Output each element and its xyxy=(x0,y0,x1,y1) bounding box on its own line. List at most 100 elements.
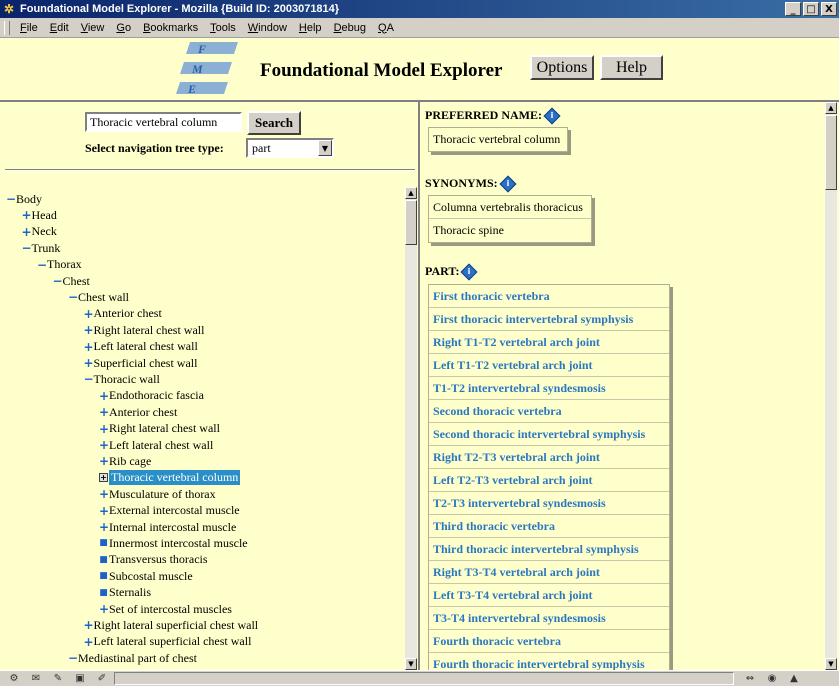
search-button[interactable]: Search xyxy=(247,111,301,135)
maximize-button[interactable]: □ xyxy=(803,2,819,16)
expand-icon[interactable]: + xyxy=(84,341,94,353)
tree-node[interactable]: + Right lateral chest wall xyxy=(84,322,205,338)
tree-node-label[interactable]: Anterior chest xyxy=(94,306,162,321)
expand-icon[interactable]: + xyxy=(99,473,108,483)
menu-window[interactable]: Window xyxy=(242,22,293,34)
tree-node[interactable]: + Rib cage xyxy=(99,453,151,469)
chevron-down-icon[interactable]: ▼ xyxy=(318,140,332,156)
scroll-down-icon[interactable]: ▼ xyxy=(825,658,837,670)
scroll-thumb[interactable] xyxy=(825,115,837,190)
tree-node-label[interactable]: External intercostal muscle xyxy=(109,503,240,518)
composer-icon[interactable]: ✎ xyxy=(50,673,66,685)
tree-node-label[interactable]: Left lateral superficial chest wall xyxy=(94,634,252,649)
menu-help[interactable]: Help xyxy=(293,22,328,34)
tree-node[interactable]: − Thoracic wall xyxy=(84,371,160,387)
tree-node-label[interactable]: Innermost intercostal muscle xyxy=(109,536,248,551)
tree-node[interactable]: + Head xyxy=(22,207,57,223)
scroll-thumb[interactable] xyxy=(405,200,417,245)
expand-icon[interactable]: + xyxy=(84,308,94,320)
tree-node[interactable]: + Left lateral chest wall xyxy=(99,437,213,453)
tree-node[interactable]: + Thoracic vertebral column xyxy=(99,470,241,486)
tree-node-label[interactable]: Rib cage xyxy=(109,454,151,469)
tree-node-label[interactable]: Anterior chest xyxy=(109,405,177,420)
menu-go[interactable]: Go xyxy=(110,22,137,34)
tree-node[interactable]: − Mediastinal part of chest xyxy=(68,650,197,666)
expand-icon[interactable]: + xyxy=(99,505,109,517)
tree-node-label[interactable]: Endothoracic fascia xyxy=(109,388,204,403)
collapse-icon[interactable]: − xyxy=(37,259,47,271)
tree-node-label[interactable]: Musculature of thorax xyxy=(109,487,216,502)
expand-icon[interactable]: + xyxy=(84,357,94,369)
tree-node[interactable]: ■ Innermost intercostal muscle xyxy=(99,535,248,551)
scroll-up-icon[interactable]: ▲ xyxy=(825,102,837,114)
expand-icon[interactable]: + xyxy=(99,603,109,615)
tree-node[interactable]: + Right lateral superficial chest wall xyxy=(84,617,259,633)
tree-node-label[interactable]: Thoracic vertebral column xyxy=(109,470,241,486)
menu-edit[interactable]: Edit xyxy=(44,22,75,34)
tree-node-label[interactable]: Mediastinal part of chest xyxy=(78,651,197,666)
tree-node[interactable]: + Anterior chest xyxy=(99,404,177,420)
menu-view[interactable]: View xyxy=(75,22,111,34)
menu-tools[interactable]: Tools xyxy=(204,22,242,34)
collapse-icon[interactable]: − xyxy=(22,242,32,254)
tree-node[interactable]: + Set of intercostal muscles xyxy=(99,601,232,617)
tree-node-label[interactable]: Thorax xyxy=(47,257,82,272)
expand-icon[interactable]: + xyxy=(99,455,109,467)
mail-icon[interactable]: ✉ xyxy=(28,673,44,685)
part-link[interactable]: Third thoracic vertebra xyxy=(429,515,669,538)
part-link[interactable]: Second thoracic vertebra xyxy=(429,400,669,423)
tree-node-label[interactable]: Chest wall xyxy=(78,290,129,305)
expand-icon[interactable]: + xyxy=(22,226,32,238)
options-button[interactable]: Options xyxy=(530,55,594,80)
part-link[interactable]: Right T1-T2 vertebral arch joint xyxy=(429,331,669,354)
expand-icon[interactable]: + xyxy=(84,636,94,648)
tree-node[interactable]: − Chest wall xyxy=(68,289,129,305)
info-icon[interactable]: i xyxy=(543,107,561,124)
expand-icon[interactable]: + xyxy=(22,209,32,221)
tree-node[interactable]: + External intercostal muscle xyxy=(99,503,240,519)
tree-node[interactable]: + Endothoracic fascia xyxy=(99,388,204,404)
close-button[interactable]: X xyxy=(821,2,837,16)
part-link[interactable]: First thoracic intervertebral symphysis xyxy=(429,308,669,331)
collapse-icon[interactable]: − xyxy=(84,373,94,385)
tree-node-label[interactable]: Head xyxy=(32,208,57,223)
tree-node[interactable]: + Left lateral superficial chest wall xyxy=(84,634,252,650)
tree-node[interactable]: − Chest xyxy=(53,273,90,289)
tree-node-label[interactable]: Left lateral chest wall xyxy=(109,438,213,453)
nav-type-select[interactable]: part ▼ xyxy=(246,138,334,158)
tree-node-label[interactable]: Right lateral chest wall xyxy=(109,421,220,436)
tree-node-label[interactable]: Internal intercostal muscle xyxy=(109,520,236,535)
menu-bookmarks[interactable]: Bookmarks xyxy=(137,22,204,34)
part-link[interactable]: T1-T2 intervertebral syndesmosis xyxy=(429,377,669,400)
part-link[interactable]: Second thoracic intervertebral symphysis xyxy=(429,423,669,446)
expand-icon[interactable]: + xyxy=(99,390,109,402)
minimize-button[interactable]: _ xyxy=(785,2,801,16)
part-link[interactable]: Fourth thoracic intervertebral symphysis xyxy=(429,653,669,671)
collapse-icon[interactable]: − xyxy=(68,291,78,303)
tree-node-label[interactable]: Trunk xyxy=(32,241,61,256)
tree-node-label[interactable]: Body xyxy=(16,192,42,207)
search-input[interactable]: Thoracic vertebral column xyxy=(85,112,242,132)
tree-node[interactable]: − Body xyxy=(6,191,42,207)
tree-node[interactable]: + Superficial chest wall xyxy=(84,355,198,371)
tree-node-label[interactable]: Transversus thoracis xyxy=(109,552,208,567)
tree-node[interactable]: + Neck xyxy=(22,224,57,240)
tree-node-label[interactable]: Superficial chest wall xyxy=(94,356,198,371)
part-link[interactable]: Left T2-T3 vertebral arch joint xyxy=(429,469,669,492)
menu-qa[interactable]: QA xyxy=(372,22,400,34)
menu-file[interactable]: File xyxy=(14,22,44,34)
menu-debug[interactable]: Debug xyxy=(328,22,372,34)
part-link[interactable]: Fourth thoracic vertebra xyxy=(429,630,669,653)
collapse-icon[interactable]: − xyxy=(6,193,16,205)
tree-node-label[interactable]: Chest xyxy=(63,274,90,289)
tree-node[interactable]: ■ Subcostal muscle xyxy=(99,568,193,584)
tree-node-label[interactable]: Set of intercostal muscles xyxy=(109,602,232,617)
expand-icon[interactable]: + xyxy=(99,439,109,451)
tree-scrollbar[interactable]: ▲ ▼ xyxy=(405,187,417,670)
tree-node-label[interactable]: Sternalis xyxy=(109,585,151,600)
tree-node-label[interactable]: Subcostal muscle xyxy=(109,569,193,584)
tree-node-label[interactable]: Left lateral chest wall xyxy=(94,339,198,354)
tree-node[interactable]: − Thorax xyxy=(37,257,82,273)
tree-node-label[interactable]: Neck xyxy=(32,224,57,239)
details-scrollbar[interactable]: ▲ ▼ xyxy=(825,102,837,670)
